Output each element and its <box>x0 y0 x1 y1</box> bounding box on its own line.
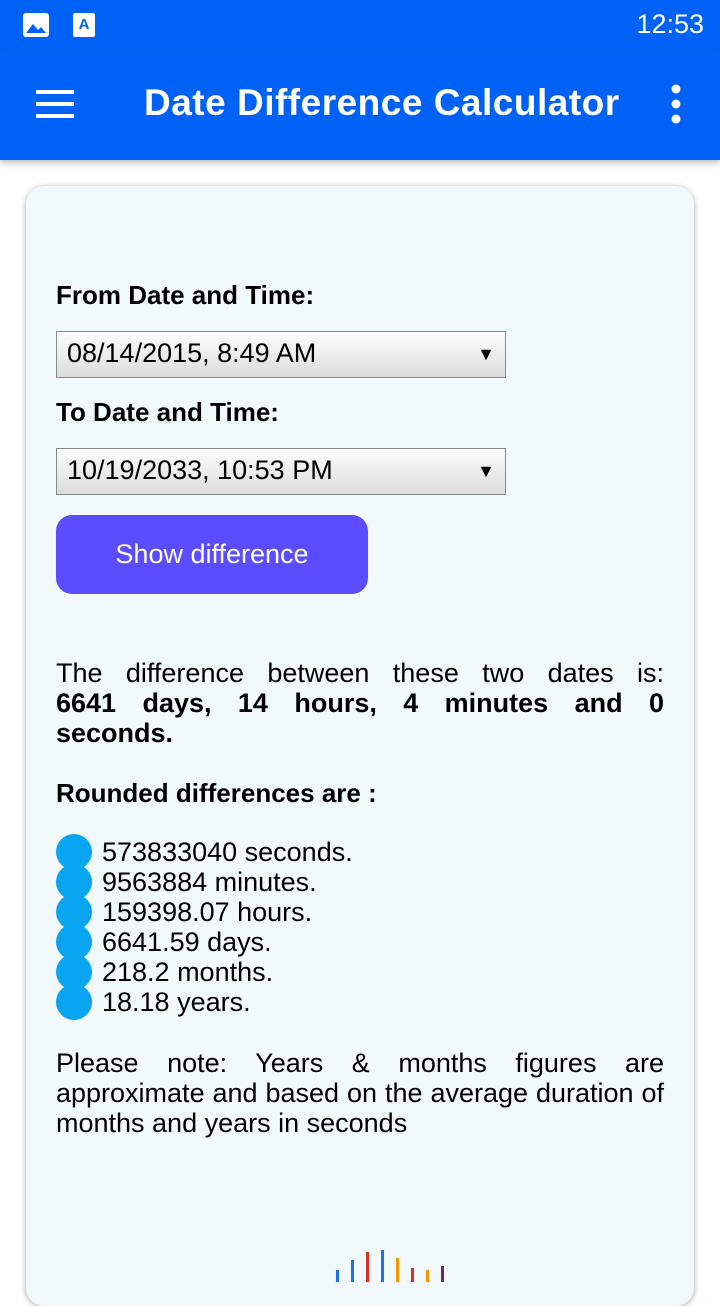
image-icon <box>23 13 49 37</box>
list-item: 218.2 months. <box>56 954 353 990</box>
from-date-value: 08/14/2015, 8:49 AM <box>67 338 317 368</box>
to-date-select[interactable]: 10/19/2033, 10:53 PM ▼ <box>56 448 506 495</box>
font-a-icon: A <box>73 13 95 37</box>
from-date-select[interactable]: 08/14/2015, 8:49 AM ▼ <box>56 331 506 378</box>
list-item: 18.18 years. <box>56 984 353 1020</box>
rounded-differences-list: 573833040 seconds. 9563884 minutes. 1593… <box>56 834 353 1020</box>
approximation-note: Please note: Years & months figures are … <box>56 1048 664 1138</box>
list-item: 6641.59 days. <box>56 924 353 960</box>
from-date-label: From Date and Time: <box>56 280 315 310</box>
result-line-2: seconds. <box>56 718 174 748</box>
status-bar: A 12:53 <box>0 0 720 52</box>
result-intro: The difference between these two dates i… <box>56 658 664 688</box>
loading-bars-logo-icon <box>336 1250 444 1282</box>
app-bar: Date Difference Calculator <box>0 52 720 160</box>
hamburger-menu-icon[interactable] <box>36 88 76 120</box>
list-item: 9563884 minutes. <box>56 864 353 900</box>
app-title: Date Difference Calculator <box>144 82 620 123</box>
dropdown-arrow-icon: ▼ <box>477 344 495 364</box>
difference-result: The difference between these two dates i… <box>56 658 664 748</box>
more-vert-icon[interactable] <box>664 84 688 124</box>
svg-text:A: A <box>79 16 90 33</box>
calculator-card: From Date and Time: 08/14/2015, 8:49 AM … <box>26 186 694 1306</box>
to-date-label: To Date and Time: <box>56 397 279 427</box>
show-difference-button[interactable]: Show difference <box>56 515 368 594</box>
list-item: 159398.07 hours. <box>56 894 353 930</box>
rounded-differences-title: Rounded differences are : <box>56 778 377 808</box>
result-line-1: 6641 days, 14 hours, 4 minutes and 0 <box>56 688 664 718</box>
status-time: 12:53 <box>636 9 704 39</box>
bullet-icon <box>56 984 92 1020</box>
to-date-value: 10/19/2033, 10:53 PM <box>67 455 333 485</box>
list-item: 573833040 seconds. <box>56 834 353 870</box>
dropdown-arrow-icon: ▼ <box>477 461 495 481</box>
